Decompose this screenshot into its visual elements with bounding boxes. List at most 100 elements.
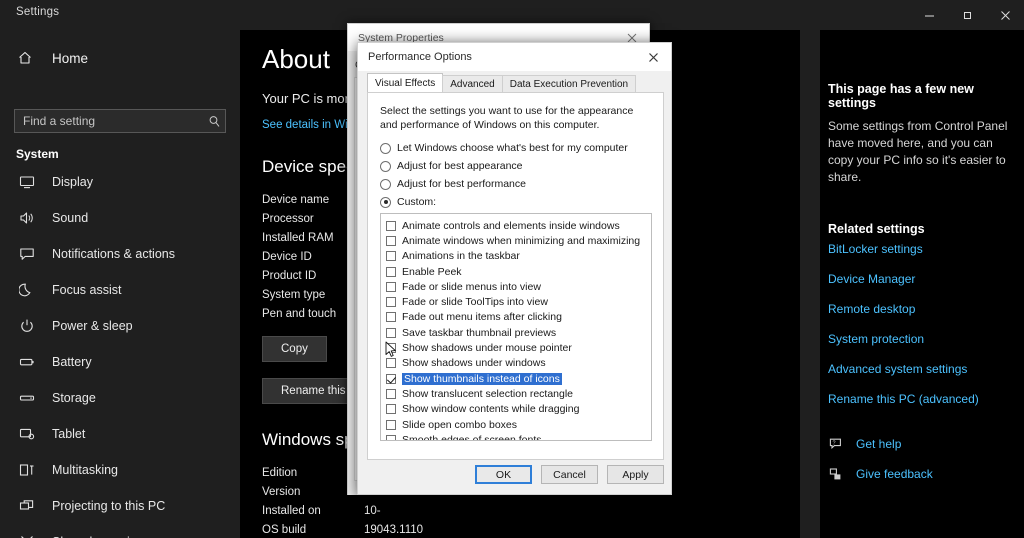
copy-button[interactable]: Copy bbox=[262, 336, 327, 362]
radio-custom[interactable]: Custom: bbox=[380, 193, 652, 211]
performance-options-tabs: Visual Effects Advanced Data Execution P… bbox=[367, 73, 637, 92]
checkbox-icon[interactable] bbox=[386, 388, 396, 399]
option-fade-slide-menus[interactable]: Fade or slide menus into view bbox=[381, 279, 651, 294]
radio-let-windows-choose[interactable]: Let Windows choose what's best for my co… bbox=[380, 139, 652, 157]
close-button[interactable] bbox=[986, 0, 1024, 30]
get-help-label: Get help bbox=[856, 437, 902, 451]
sidebar-item-storage[interactable]: Storage bbox=[0, 380, 240, 416]
search-icon[interactable] bbox=[203, 115, 225, 128]
checkbox-icon[interactable] bbox=[386, 235, 396, 246]
sidebar-section-header: System bbox=[16, 147, 59, 161]
sidebar-item-notifications[interactable]: Notifications & actions bbox=[0, 236, 240, 272]
related-link-system-protection[interactable]: System protection bbox=[828, 332, 1024, 346]
radio-label: Custom: bbox=[397, 196, 437, 208]
option-label: Fade or slide ToolTips into view bbox=[402, 296, 548, 309]
sidebar-item-display[interactable]: Display bbox=[0, 164, 240, 200]
option-show-thumbnails[interactable]: Show thumbnails instead of icons bbox=[381, 371, 651, 386]
sidebar-item-focus-assist[interactable]: Focus assist bbox=[0, 272, 240, 308]
apply-button[interactable]: Apply bbox=[607, 465, 664, 484]
sidebar-item-projecting[interactable]: Projecting to this PC bbox=[0, 488, 240, 524]
sidebar-item-battery[interactable]: Battery bbox=[0, 344, 240, 380]
battery-icon bbox=[18, 353, 36, 371]
share-icon bbox=[18, 533, 36, 538]
sidebar-item-power-sleep[interactable]: Power & sleep bbox=[0, 308, 240, 344]
app-title: Settings bbox=[16, 6, 60, 18]
option-enable-peek[interactable]: Enable Peek bbox=[381, 264, 651, 279]
radio-label: Adjust for best performance bbox=[397, 178, 526, 190]
sidebar-item-label: Multitasking bbox=[52, 463, 118, 477]
sidebar-item-multitasking[interactable]: Multitasking bbox=[0, 452, 240, 488]
option-save-taskbar-thumbnails[interactable]: Save taskbar thumbnail previews bbox=[381, 325, 651, 340]
option-label: Show translucent selection rectangle bbox=[402, 387, 574, 400]
checkbox-icon[interactable] bbox=[386, 358, 396, 369]
checkbox-icon-checked[interactable] bbox=[386, 373, 396, 384]
option-fade-slide-tooltips[interactable]: Fade or slide ToolTips into view bbox=[381, 294, 651, 309]
option-label: Fade out menu items after clicking bbox=[402, 311, 562, 324]
get-help-link[interactable]: ? Get help bbox=[828, 436, 1024, 452]
related-link-bitlocker[interactable]: BitLocker settings bbox=[828, 242, 1024, 256]
sidebar-home-label: Home bbox=[52, 50, 89, 66]
related-link-remote-desktop[interactable]: Remote desktop bbox=[828, 302, 1024, 316]
option-fade-out-menu-items[interactable]: Fade out menu items after clicking bbox=[381, 310, 651, 325]
option-translucent-selection[interactable]: Show translucent selection rectangle bbox=[381, 386, 651, 401]
sidebar-item-tablet[interactable]: Tablet bbox=[0, 416, 240, 452]
option-smooth-edges-fonts[interactable]: Smooth edges of screen fonts bbox=[381, 432, 651, 440]
related-link-advanced-system-settings[interactable]: Advanced system settings bbox=[828, 362, 1024, 376]
ok-button[interactable]: OK bbox=[475, 465, 532, 484]
visual-effects-panel: Select the settings you want to use for … bbox=[367, 92, 664, 460]
checkbox-icon[interactable] bbox=[386, 297, 396, 308]
performance-options-dialog[interactable]: Performance Options Visual Effects Advan… bbox=[357, 42, 672, 495]
option-label: Enable Peek bbox=[402, 265, 462, 278]
tab-advanced[interactable]: Advanced bbox=[442, 75, 503, 92]
give-feedback-link[interactable]: Give feedback bbox=[828, 466, 1024, 482]
search-box[interactable] bbox=[14, 109, 226, 133]
radio-best-appearance[interactable]: Adjust for best appearance bbox=[380, 157, 652, 175]
checkbox-icon[interactable] bbox=[386, 312, 396, 323]
radio-best-performance[interactable]: Adjust for best performance bbox=[380, 175, 652, 193]
sidebar-item-label: Battery bbox=[52, 355, 92, 369]
search-input[interactable] bbox=[15, 114, 203, 128]
checkbox-icon[interactable] bbox=[386, 343, 396, 354]
sidebar-item-label: Power & sleep bbox=[52, 319, 133, 333]
performance-options-titlebar: Performance Options bbox=[358, 43, 671, 71]
tab-data-execution-prevention[interactable]: Data Execution Prevention bbox=[501, 75, 637, 92]
sidebar-item-home[interactable]: Home bbox=[0, 44, 240, 72]
radio-icon bbox=[380, 178, 391, 190]
minimize-button[interactable] bbox=[910, 0, 948, 30]
performance-options-close-icon[interactable] bbox=[635, 43, 671, 71]
spec-key: OS build bbox=[262, 523, 307, 536]
sidebar-item-label: Storage bbox=[52, 391, 96, 405]
checkbox-icon[interactable] bbox=[386, 266, 396, 277]
option-animations-taskbar[interactable]: Animations in the taskbar bbox=[381, 249, 651, 264]
panel-intro-text: Select the settings you want to use for … bbox=[380, 105, 634, 131]
option-window-contents-dragging[interactable]: Show window contents while dragging bbox=[381, 402, 651, 417]
checkbox-icon[interactable] bbox=[386, 220, 396, 231]
sidebar-item-label: Display bbox=[52, 175, 93, 189]
checkbox-icon[interactable] bbox=[386, 251, 396, 262]
visual-effects-listbox[interactable]: Animate controls and elements inside win… bbox=[380, 213, 652, 441]
checkbox-icon[interactable] bbox=[386, 327, 396, 338]
related-link-device-manager[interactable]: Device Manager bbox=[828, 272, 1024, 286]
checkbox-icon[interactable] bbox=[386, 434, 396, 440]
svg-text:?: ? bbox=[832, 440, 835, 446]
checkbox-icon[interactable] bbox=[386, 281, 396, 292]
question-bubble-icon: ? bbox=[828, 436, 844, 452]
monitor-icon bbox=[18, 173, 36, 191]
restore-button[interactable] bbox=[948, 0, 986, 30]
chat-icon bbox=[18, 245, 36, 263]
radio-icon bbox=[380, 142, 391, 154]
option-shadows-under-windows[interactable]: Show shadows under windows bbox=[381, 356, 651, 371]
sidebar-item-shared-experiences[interactable]: Shared experiences bbox=[0, 524, 240, 538]
radio-label: Let Windows choose what's best for my co… bbox=[397, 142, 628, 154]
option-shadows-mouse-pointer[interactable]: Show shadows under mouse pointer bbox=[381, 340, 651, 355]
cancel-button[interactable]: Cancel bbox=[541, 465, 598, 484]
related-link-rename-pc-advanced[interactable]: Rename this PC (advanced) bbox=[828, 392, 1024, 406]
window-controls bbox=[910, 0, 1024, 30]
option-animate-controls[interactable]: Animate controls and elements inside win… bbox=[381, 218, 651, 233]
tab-visual-effects[interactable]: Visual Effects bbox=[367, 73, 444, 92]
checkbox-icon[interactable] bbox=[386, 404, 396, 415]
option-animate-windows[interactable]: Animate windows when minimizing and maxi… bbox=[381, 233, 651, 248]
sidebar-item-sound[interactable]: Sound bbox=[0, 200, 240, 236]
checkbox-icon[interactable] bbox=[386, 419, 396, 430]
option-slide-combo-boxes[interactable]: Slide open combo boxes bbox=[381, 417, 651, 432]
